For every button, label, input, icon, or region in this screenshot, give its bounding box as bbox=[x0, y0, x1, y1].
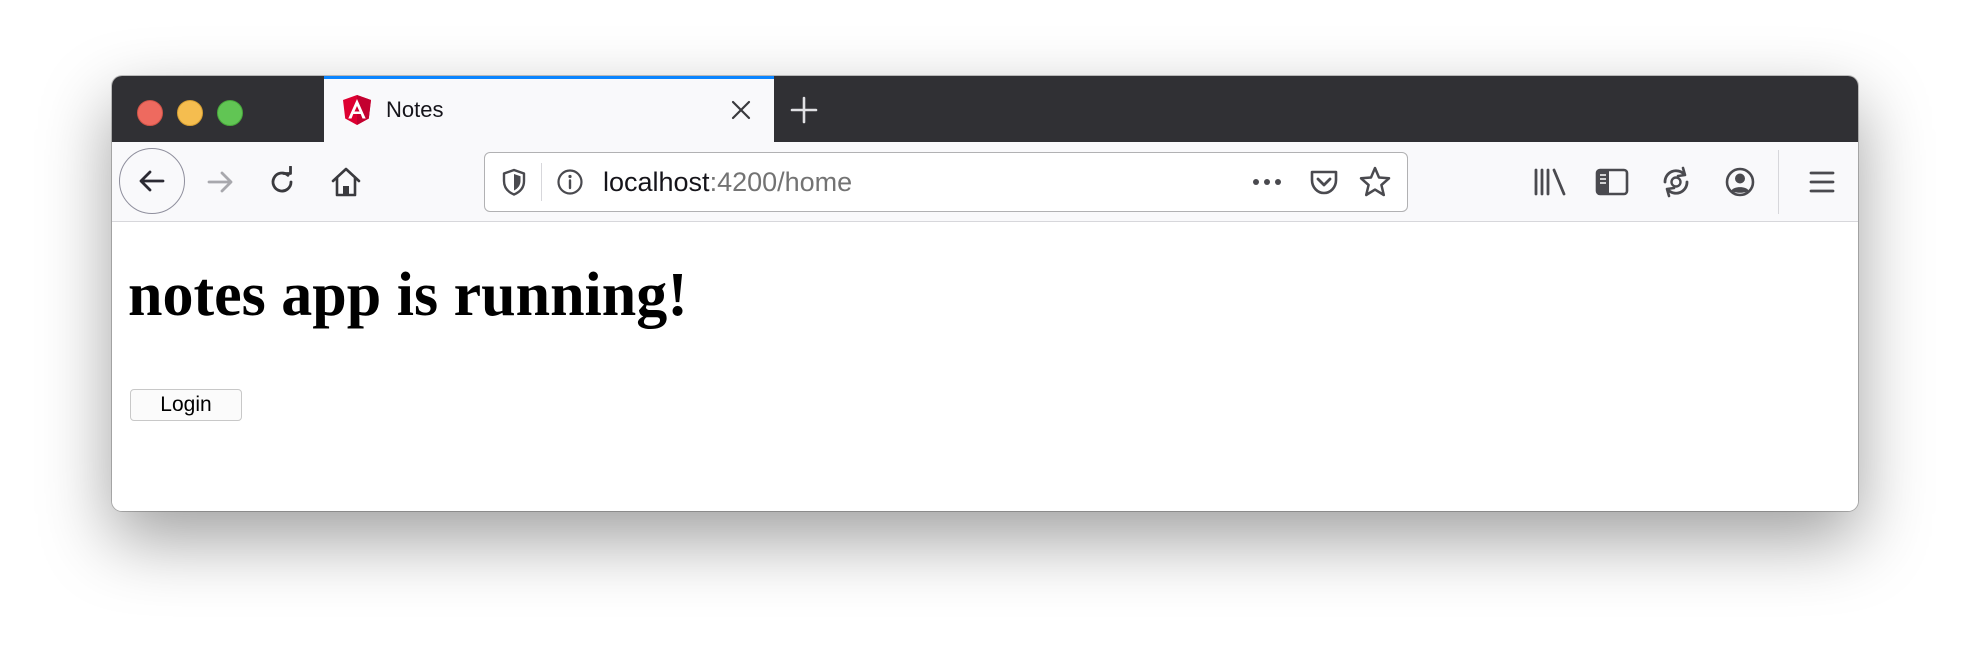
bookmark-star-icon[interactable] bbox=[1357, 164, 1393, 200]
more-dots-icon[interactable] bbox=[1247, 167, 1287, 197]
nav-toolbar: localhost:4200/home bbox=[112, 142, 1858, 222]
library-icon[interactable] bbox=[1530, 162, 1570, 202]
window-minimize-button[interactable] bbox=[177, 100, 203, 126]
new-tab-plus-icon[interactable] bbox=[788, 94, 820, 126]
url-path: :4200/home bbox=[709, 167, 853, 197]
login-button[interactable]: Login bbox=[130, 389, 242, 421]
browser-window: Notes localhost:4200/home notes app is r… bbox=[112, 76, 1858, 511]
forward-arrow-icon[interactable] bbox=[194, 156, 246, 208]
window-maximize-button[interactable] bbox=[217, 100, 243, 126]
info-icon[interactable] bbox=[555, 167, 585, 197]
sidebar-icon[interactable] bbox=[1592, 162, 1632, 202]
window-close-button[interactable] bbox=[137, 100, 163, 126]
url-bar[interactable]: localhost:4200/home bbox=[484, 152, 1408, 212]
tab-bar: Notes bbox=[112, 76, 1858, 142]
hamburger-menu-icon[interactable] bbox=[1802, 162, 1842, 202]
page-title: notes app is running! bbox=[128, 261, 688, 329]
url-text[interactable]: localhost:4200/home bbox=[603, 167, 852, 198]
reload-icon[interactable] bbox=[256, 156, 308, 208]
url-host: localhost bbox=[603, 167, 710, 197]
url-bar-divider bbox=[541, 163, 542, 201]
back-arrow-icon[interactable] bbox=[119, 148, 185, 214]
tab-notes[interactable]: Notes bbox=[324, 76, 774, 142]
angular-logo-icon bbox=[342, 94, 372, 126]
screenshot-stage: Notes localhost:4200/home notes app is r… bbox=[0, 0, 1970, 658]
sync-icon[interactable] bbox=[1656, 162, 1696, 202]
home-icon[interactable] bbox=[320, 156, 372, 208]
toolbar-divider bbox=[1778, 150, 1779, 214]
pocket-icon[interactable] bbox=[1307, 165, 1341, 199]
account-icon[interactable] bbox=[1720, 162, 1760, 202]
tracking-shield-icon[interactable] bbox=[499, 167, 529, 197]
tab-title: Notes bbox=[386, 97, 444, 122]
page-content: notes app is running! Login bbox=[112, 222, 1858, 511]
close-tab-icon[interactable] bbox=[728, 97, 754, 123]
